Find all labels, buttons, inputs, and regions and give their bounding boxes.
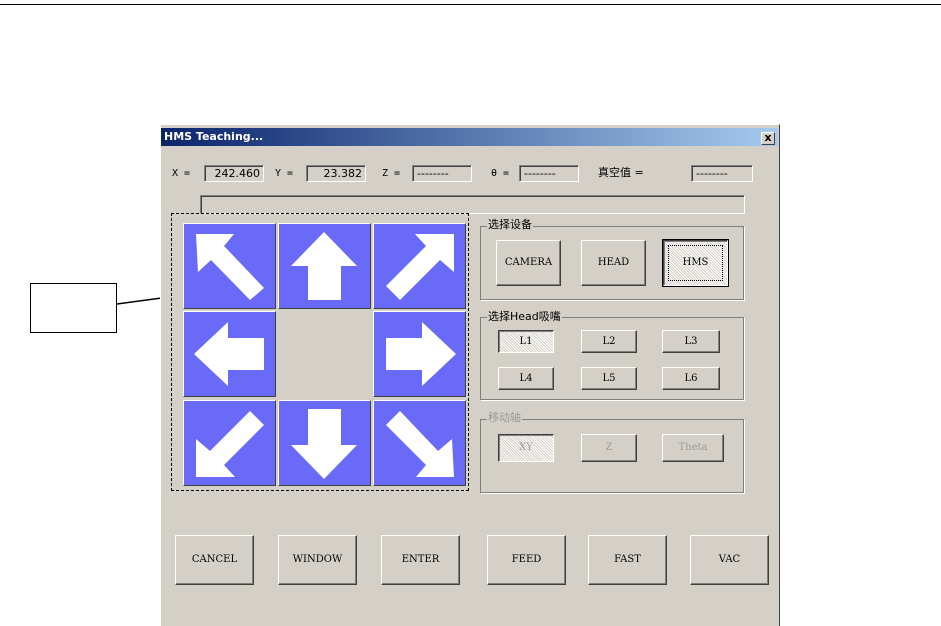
camera-button[interactable]: CAMERA (496, 240, 561, 286)
move-up-left-button[interactable] (183, 223, 276, 309)
close-icon: x (764, 131, 772, 144)
nozzle-l6-button[interactable]: L6 (662, 367, 720, 390)
hms-button[interactable]: HMS (662, 239, 729, 287)
arrow-up-icon (291, 232, 357, 300)
camera-button-label: CAMERA (504, 257, 553, 268)
nozzle-l4-label: L4 (519, 373, 533, 384)
move-up-button[interactable] (278, 223, 371, 309)
axis-theta-button[interactable]: Theta (662, 434, 724, 462)
feed-button-label: FEED (511, 554, 542, 565)
axis-z-label: Z (605, 442, 613, 453)
annotation-callout-box (30, 283, 117, 333)
move-down-right-button[interactable] (373, 400, 466, 486)
nozzle-l6-label: L6 (684, 373, 698, 384)
cancel-button[interactable]: CANCEL (175, 535, 254, 585)
nozzle-l4-button[interactable]: L4 (498, 367, 554, 390)
vacuum-label: 真空值 = (598, 166, 644, 179)
theta-value-field: -------- (519, 165, 579, 182)
enter-button[interactable]: ENTER (381, 535, 460, 585)
nozzle-l2-button[interactable]: L2 (581, 330, 637, 353)
nozzle-l2-label: L2 (602, 336, 616, 347)
x-label: X = (172, 168, 191, 179)
move-right-button[interactable] (373, 311, 466, 397)
arrow-up-left-icon (196, 234, 264, 300)
axis-group-title: 移动轴 (487, 411, 522, 424)
cancel-button-label: CANCEL (191, 554, 238, 565)
axis-theta-label: Theta (678, 442, 708, 453)
arrow-down-right-icon (386, 411, 454, 477)
move-down-button[interactable] (278, 400, 371, 486)
arrow-up-right-icon (386, 234, 454, 300)
head-button-label: HEAD (597, 257, 630, 268)
nozzle-group-title: 选择Head吸嘴 (487, 310, 562, 323)
move-up-right-button[interactable] (373, 223, 466, 309)
x-value-field: 242.460 (204, 165, 264, 182)
nozzle-l3-button[interactable]: L3 (662, 330, 720, 353)
fast-button[interactable]: FAST (588, 535, 667, 585)
nozzle-l1-label: L1 (519, 336, 533, 347)
vacuum-value-field: -------- (691, 165, 753, 182)
axis-xy-button[interactable]: XY (498, 434, 554, 462)
nozzle-l3-label: L3 (684, 336, 698, 347)
move-down-left-button[interactable] (183, 400, 276, 486)
vac-button-label: VAC (718, 554, 741, 565)
feed-button[interactable]: FEED (487, 535, 566, 585)
dialog-title: HMS Teaching... (164, 130, 264, 143)
arrow-right-icon (386, 322, 456, 386)
nozzle-l1-button[interactable]: L1 (498, 330, 554, 353)
device-group-title: 选择设备 (487, 218, 533, 231)
window-button[interactable]: WINDOW (278, 535, 357, 585)
theta-label: θ = (491, 168, 510, 179)
focus-ring (668, 245, 723, 281)
hms-teaching-dialog: HMS Teaching... x X = 242.460 Y = 23.382… (160, 124, 780, 626)
vac-button[interactable]: VAC (690, 535, 769, 585)
window-button-label: WINDOW (292, 554, 343, 565)
enter-button-label: ENTER (401, 554, 440, 565)
move-left-button[interactable] (183, 311, 276, 397)
z-label: Z = (382, 168, 401, 179)
head-button[interactable]: HEAD (581, 240, 646, 286)
z-value-field: -------- (412, 165, 472, 182)
dpad-center (278, 311, 371, 397)
title-bar: HMS Teaching... x (161, 128, 778, 146)
arrow-down-icon (291, 409, 357, 479)
arrow-left-icon (194, 322, 264, 386)
axis-xy-label: XY (519, 442, 533, 453)
close-button[interactable]: x (761, 132, 775, 145)
arrow-down-left-icon (196, 411, 264, 477)
y-label: Y = (275, 168, 294, 179)
nozzle-l5-button[interactable]: L5 (581, 367, 637, 390)
axis-z-button[interactable]: Z (581, 434, 637, 462)
page-top-rule (0, 4, 941, 5)
fast-button-label: FAST (614, 554, 641, 565)
y-value-field: 23.382 (306, 165, 366, 182)
nozzle-l5-label: L5 (602, 373, 616, 384)
direction-pad (171, 213, 469, 491)
status-bar (200, 195, 745, 214)
